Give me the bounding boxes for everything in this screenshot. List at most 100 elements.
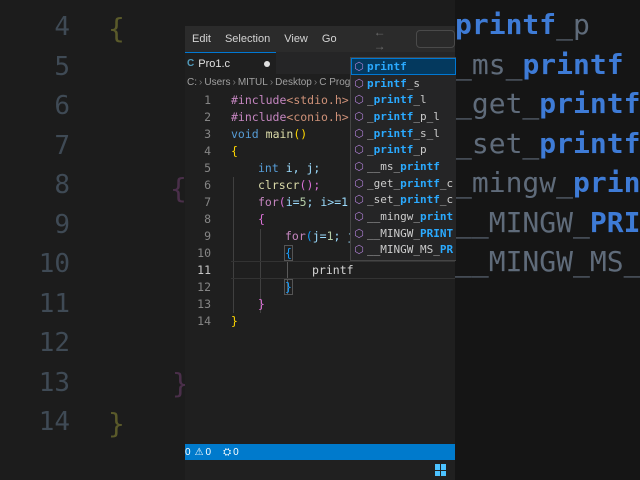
code-token: { bbox=[258, 212, 265, 226]
symbol-method-icon: ⬡ bbox=[354, 243, 364, 257]
background-suggestion: _ms_printf bbox=[455, 47, 624, 81]
breadcrumb-item[interactable]: MITUL bbox=[238, 77, 268, 88]
symbol-method-icon: ⬡ bbox=[354, 193, 364, 207]
background-line-number: 14 bbox=[38, 407, 70, 437]
background-line-number: 8 bbox=[54, 170, 70, 200]
code-token: 1 bbox=[326, 229, 334, 243]
suggestion-item[interactable]: ⬡ __mingw_print bbox=[351, 208, 456, 225]
suggest-widget[interactable]: ⬡ printf ⬡ printf_s ⬡ _printf_l ⬡ _printf_p_l ⬡ _… bbox=[350, 57, 456, 261]
code-token: 5 bbox=[299, 195, 307, 209]
menu-selection[interactable]: Selection bbox=[218, 33, 277, 45]
code-token: <stdio.h> bbox=[286, 93, 349, 107]
warning-icon: ⚠ bbox=[194, 446, 204, 458]
background-suggestion: __MINGW_PRINT bbox=[455, 205, 640, 239]
suggestion-item[interactable]: ⬡ _set_printf_c bbox=[351, 192, 456, 209]
status-bar: 0 ⚠ 0 ⛭ 0 bbox=[185, 444, 455, 460]
symbol-method-icon: ⬡ bbox=[354, 76, 364, 90]
menu-bar: Edit Selection View Go ← → bbox=[185, 25, 455, 53]
suggestion-label: _printf_p_l bbox=[367, 109, 440, 123]
code-token: { bbox=[284, 245, 293, 261]
suggestion-item[interactable]: ⬡ _printf_s_l bbox=[351, 125, 456, 142]
error-count[interactable]: 0 bbox=[185, 447, 191, 458]
warning-count[interactable]: 0 bbox=[206, 447, 212, 458]
background-suggestion: _mingw_print bbox=[455, 166, 640, 199]
background-line-number: 12 bbox=[38, 328, 70, 358]
suggestion-label: printf_s bbox=[367, 76, 420, 90]
suggestion-item[interactable]: ⬡ __MINGW_MS_PR bbox=[351, 242, 456, 259]
code-token: { bbox=[231, 144, 238, 158]
suggestion-item[interactable]: ⬡ _printf_l bbox=[351, 91, 456, 108]
symbol-method-icon: ⬡ bbox=[354, 109, 364, 123]
background-line-number: 6 bbox=[54, 91, 70, 121]
code-token: printf bbox=[312, 263, 354, 277]
suggestion-item[interactable]: ⬡ _printf_p_l bbox=[351, 108, 456, 125]
code-line: 13} bbox=[185, 297, 455, 314]
background-line-number: 9 bbox=[54, 209, 70, 240]
suggestion-label: _set_printf_c bbox=[367, 193, 454, 207]
code-token: ( bbox=[305, 229, 313, 243]
code-token: void bbox=[231, 127, 259, 141]
c-file-icon: C bbox=[187, 58, 195, 69]
symbol-method-icon: ⬡ bbox=[354, 59, 364, 73]
suggestion-label: __MINGW_MS_PR bbox=[367, 243, 454, 257]
symbol-method-icon: ⬡ bbox=[354, 226, 364, 240]
tab-pro1-c[interactable]: C Pro1.c bbox=[185, 51, 277, 75]
background-suggestion: __MINGW_MS_PR bbox=[455, 245, 640, 278]
code-token: } bbox=[231, 314, 238, 328]
suggestion-item[interactable]: ⬡ __ms_printf bbox=[351, 158, 456, 175]
breadcrumb-item[interactable]: C: bbox=[187, 77, 197, 88]
code-token: () bbox=[293, 127, 308, 141]
breadcrumb-item[interactable]: Users bbox=[204, 77, 230, 88]
code-token: <conio.h> bbox=[286, 110, 349, 124]
background-suggestions: printf_p _ms_printf _get_printf_c _set_prin… bbox=[455, 0, 640, 480]
suggestion-item[interactable]: ⬡ _get_printf_c bbox=[351, 175, 456, 192]
line-number: 6 bbox=[204, 178, 211, 192]
suggestion-label: _get_printf_c bbox=[367, 176, 454, 190]
code-token: ( bbox=[278, 195, 286, 209]
code-token: int bbox=[258, 161, 279, 175]
menu-go[interactable]: Go bbox=[315, 33, 344, 45]
suggestion-item[interactable]: ⬡ __MINGW_PRINT bbox=[351, 225, 456, 242]
suggestion-label: printf bbox=[367, 59, 407, 73]
code-line: 11 printf bbox=[185, 263, 455, 280]
background-brace: { bbox=[108, 12, 125, 45]
suggestion-item[interactable]: ⬡ printf bbox=[351, 58, 456, 75]
line-number: 9 bbox=[204, 229, 211, 243]
line-number: 2 bbox=[204, 110, 211, 124]
background-line-number: 11 bbox=[38, 288, 70, 319]
line-number: 13 bbox=[197, 297, 211, 311]
line-number: 3 bbox=[204, 127, 211, 141]
suggestion-item[interactable]: ⬡ printf_s bbox=[351, 75, 456, 92]
line-number: 11 bbox=[197, 263, 211, 277]
background-line-number: 5 bbox=[54, 51, 70, 82]
code-line: 12} bbox=[185, 279, 455, 297]
symbol-method-icon: ⬡ bbox=[354, 93, 364, 107]
suggestion-item[interactable]: ⬡ _printf_p bbox=[351, 141, 456, 158]
ports-count[interactable]: 0 bbox=[233, 447, 239, 458]
breadcrumb-item[interactable]: C Prog bbox=[319, 77, 350, 88]
line-number: 12 bbox=[197, 280, 211, 294]
command-center-search[interactable] bbox=[415, 30, 455, 48]
code-token: main bbox=[265, 127, 294, 141]
suggestion-label: _printf_p bbox=[367, 143, 427, 157]
background-brace: } bbox=[108, 407, 125, 440]
code-token: for bbox=[285, 229, 306, 243]
navigation-arrows-icon[interactable]: ← → bbox=[374, 25, 412, 53]
background-line-number: 7 bbox=[54, 130, 70, 161]
windows-start-icon[interactable] bbox=[435, 464, 447, 476]
tab-label: Pro1.c bbox=[198, 57, 231, 70]
code-token: ; i>=1 bbox=[306, 195, 349, 209]
menu-edit[interactable]: Edit bbox=[185, 33, 218, 45]
unsaved-dot-icon[interactable] bbox=[264, 60, 271, 67]
background-line-number: 4 bbox=[54, 12, 70, 42]
symbol-method-icon: ⬡ bbox=[354, 143, 364, 157]
line-number: 7 bbox=[204, 195, 211, 209]
code-token: #include bbox=[231, 110, 287, 124]
ports-icon: ⛭ bbox=[223, 446, 232, 458]
suggestion-label: _printf_s_l bbox=[367, 126, 440, 140]
breadcrumb-item[interactable]: Desktop bbox=[275, 77, 312, 88]
code-token: for bbox=[258, 195, 279, 209]
suggestion-label: __ms_printf bbox=[367, 159, 440, 173]
code-token: clrscr bbox=[258, 178, 300, 192]
menu-view[interactable]: View bbox=[277, 33, 315, 45]
